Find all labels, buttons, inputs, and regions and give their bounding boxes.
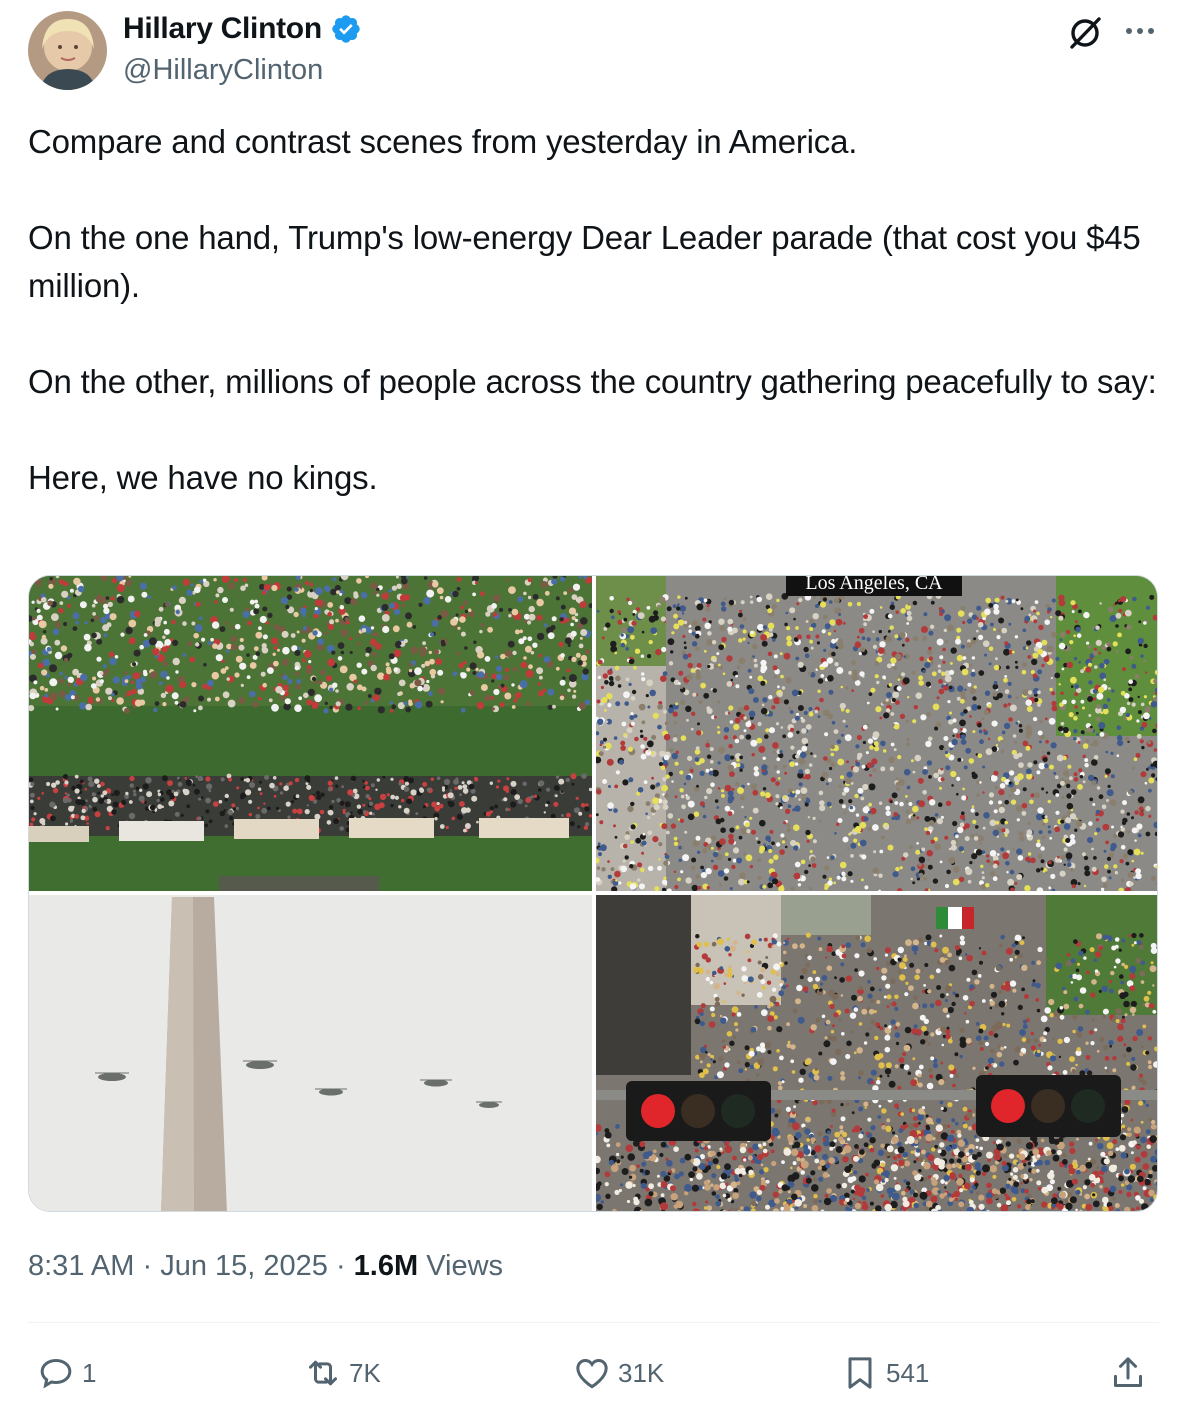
more-icon[interactable]: [1120, 16, 1160, 46]
photo-street-protest[interactable]: [596, 895, 1157, 1211]
tweet-paragraph: On the other, millions of people across …: [28, 363, 1157, 400]
bookmark-button[interactable]: 541: [840, 1345, 929, 1401]
repost-count: 7K: [349, 1357, 381, 1388]
like-button[interactable]: 31K: [572, 1345, 664, 1401]
views-count: 1.6M: [353, 1250, 419, 1282]
meta-separator: ·: [142, 1250, 161, 1282]
views-label: Views: [426, 1250, 504, 1282]
tweet-paragraph: Here, we have no kings.: [28, 459, 378, 496]
media-grid: Los Angeles, CA: [28, 575, 1158, 1212]
action-bar: 1 7K 31K 541: [28, 1345, 1159, 1401]
reply-count: 1: [82, 1357, 97, 1388]
share-icon: [1114, 1357, 1142, 1387]
tweet-paragraph: Compare and contrast scenes from yesterd…: [28, 123, 858, 160]
author-handle[interactable]: @HillaryClinton: [123, 54, 323, 87]
like-icon: [576, 1358, 608, 1389]
tweet-meta: 8:31 AM · Jun 15, 2025 · 1.6M Views: [28, 1250, 503, 1283]
tweet-text: Compare and contrast scenes from yesterd…: [28, 118, 1163, 502]
reply-icon: [40, 1358, 72, 1389]
bookmark-icon: [848, 1357, 872, 1389]
verified-badge-icon: [332, 15, 360, 43]
author-display-name[interactable]: Hillary Clinton: [123, 12, 322, 46]
author-name-row[interactable]: Hillary Clinton: [123, 12, 362, 46]
grok-icon[interactable]: [1066, 14, 1104, 52]
photo-parade-crowd[interactable]: [29, 576, 592, 891]
avatar[interactable]: [28, 11, 107, 90]
photo-los-angeles-protest[interactable]: Los Angeles, CA: [596, 576, 1157, 891]
reply-button[interactable]: 1: [36, 1345, 96, 1401]
meta-separator: ·: [335, 1250, 354, 1282]
tweet-paragraph: On the one hand, Trump's low-energy Dear…: [28, 219, 1150, 304]
location-overlay-label: Los Angeles, CA: [786, 576, 962, 596]
tweet-date[interactable]: Jun 15, 2025: [160, 1250, 328, 1282]
like-count: 31K: [618, 1357, 665, 1388]
repost-button[interactable]: 7K: [303, 1345, 381, 1401]
share-button[interactable]: [1108, 1345, 1148, 1401]
repost-icon: [309, 1360, 337, 1386]
bookmark-count: 541: [886, 1357, 930, 1388]
tweet-time[interactable]: 8:31 AM: [28, 1250, 134, 1282]
photo-monument-helicopters[interactable]: [29, 895, 592, 1211]
divider: [28, 1322, 1159, 1323]
